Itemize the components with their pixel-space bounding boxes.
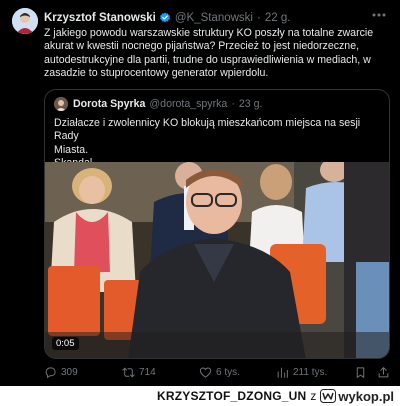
quote-header: Dorota Spyrka @dorota_spyrka · 23 g. [73,98,381,110]
like-button[interactable]: 6 tys. [199,366,240,379]
quote-timestamp[interactable]: 23 g. [239,98,263,110]
author-avatar[interactable] [12,8,38,34]
watermark-site: wykop.pl [338,388,394,404]
bookmark-icon [354,366,367,379]
reply-button[interactable]: 309 [44,366,78,379]
quote-author-handle[interactable]: @dorota_spyrka [149,98,227,110]
watermark-connector: z [310,389,317,403]
quoted-tweet[interactable]: Dorota Spyrka @dorota_spyrka · 23 g. Dzi… [44,89,390,359]
views-icon [276,366,289,379]
video-frame [45,162,389,358]
reply-count: 309 [61,366,78,378]
more-icon[interactable] [370,6,388,24]
quote-author-avatar[interactable] [54,97,68,111]
reply-icon [44,366,57,379]
watermark-bar: KRZYSZTOF_DZONG_UN z wykop.pl [0,386,400,406]
header-separator: · [256,12,261,24]
quote-separator: · [231,98,235,110]
author-name[interactable]: Krzysztof Stanowski [44,12,156,24]
repost-icon [122,366,135,379]
tweet-timestamp[interactable]: 22 g. [265,12,291,24]
action-bar: 309 714 6 tys. 211 tys. [44,365,390,379]
watermark-user: KRZYSZTOF_DZONG_UN [156,389,307,403]
tweet-text: Z jakiego powodu warszawskie struktury K… [44,27,374,79]
share-icon [377,366,390,379]
repost-count: 714 [139,366,156,378]
views-button[interactable]: 211 tys. [276,366,327,379]
quote-author-name[interactable]: Dorota Spyrka [73,98,145,110]
tweet-card[interactable]: Krzysztof Stanowski @K_Stanowski · 22 g.… [0,0,400,386]
author-handle[interactable]: @K_Stanowski [175,12,253,24]
like-count: 6 tys. [216,366,240,378]
video-player[interactable]: 0:05 [45,162,389,358]
verified-badge-icon [159,12,171,24]
repost-button[interactable]: 714 [122,366,156,379]
wykop-logo-icon: wykop.pl [320,389,394,404]
views-count: 211 tys. [293,366,328,378]
video-duration: 0:05 [52,337,79,350]
share-button[interactable] [377,366,390,379]
bookmark-button[interactable] [354,366,367,379]
heart-icon [199,366,212,379]
tweet-header: Krzysztof Stanowski @K_Stanowski · 22 g. [44,10,388,26]
